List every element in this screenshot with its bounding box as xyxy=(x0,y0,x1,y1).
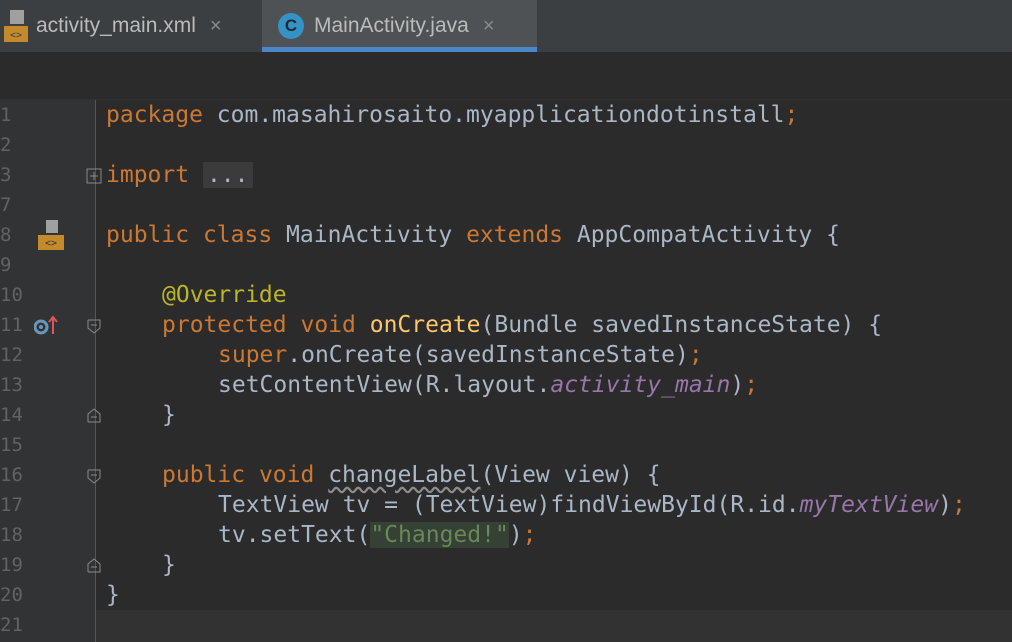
fold-end-icon[interactable] xyxy=(86,558,102,574)
editor-tab-bar: <> activity_main.xml × C MainActivity.ja… xyxy=(0,0,1012,53)
line-number: 12 xyxy=(0,344,23,366)
folded-imports[interactable]: ... xyxy=(202,162,253,188)
svg-text:<>: <> xyxy=(10,30,22,41)
close-icon[interactable]: × xyxy=(210,15,222,38)
xml-layout-icon[interactable]: <> xyxy=(36,218,66,252)
code-line-18: tv.setText("Changed!"); xyxy=(218,522,537,548)
code-line-16: public void changeLabel(View view) { xyxy=(162,462,661,488)
editor-gutter: 1 2 3 7 8 9 10 11 12 13 14 15 16 17 18 1… xyxy=(0,100,102,642)
line-number: 1 xyxy=(0,104,12,126)
code-line-10: @Override xyxy=(162,282,287,308)
tab-label: activity_main.xml xyxy=(36,14,196,37)
code-line-11: protected void onCreate(Bundle savedInst… xyxy=(162,312,883,338)
code-line-3: import ... xyxy=(106,160,253,190)
code-line-8: public class MainActivity extends AppCom… xyxy=(106,222,840,248)
code-line-1: package com.masahirosaito.myapplicationd… xyxy=(106,102,799,128)
line-number: 3 xyxy=(0,164,12,186)
tab-activity-main-xml[interactable]: <> activity_main.xml × xyxy=(0,0,262,52)
active-tab-indicator xyxy=(262,47,537,52)
line-number: 15 xyxy=(0,434,23,456)
line-number: 17 xyxy=(0,494,23,516)
line-number: 10 xyxy=(0,284,23,306)
line-number: 19 xyxy=(0,554,23,576)
tab-main-activity-java[interactable]: C MainActivity.java × xyxy=(262,0,537,52)
fold-collapse-icon[interactable] xyxy=(86,468,102,484)
editor-header-strip xyxy=(0,53,1012,100)
fold-end-icon[interactable] xyxy=(86,408,102,424)
fold-expand-icon[interactable] xyxy=(86,168,102,184)
line-number: 20 xyxy=(0,584,23,606)
svg-text:<>: <> xyxy=(45,238,57,249)
code-line-13: setContentView(R.layout.activity_main); xyxy=(218,372,759,398)
line-number: 7 xyxy=(0,194,12,216)
tab-label: MainActivity.java xyxy=(314,14,469,37)
code-editor[interactable]: package com.masahirosaito.myapplicationd… xyxy=(106,100,1012,642)
line-number: 14 xyxy=(0,404,23,426)
line-number: 13 xyxy=(0,374,23,396)
java-class-icon: C xyxy=(278,13,304,39)
fold-collapse-icon[interactable] xyxy=(86,318,102,334)
code-line-17: TextView tv = (TextView)findViewById(R.i… xyxy=(218,492,966,518)
code-line-14: } xyxy=(162,402,176,428)
line-number: 9 xyxy=(0,254,12,276)
code-line-12: super.onCreate(savedInstanceState); xyxy=(218,342,703,368)
line-number: 18 xyxy=(0,524,23,546)
line-number: 2 xyxy=(0,134,12,156)
xml-layout-icon: <> xyxy=(4,10,28,42)
line-number: 16 xyxy=(0,464,23,486)
line-number: 21 xyxy=(0,614,23,636)
code-line-20: } xyxy=(106,582,120,608)
line-number: 11 xyxy=(0,314,23,336)
close-icon[interactable]: × xyxy=(483,15,495,38)
code-line-19: } xyxy=(162,552,176,578)
line-number: 8 xyxy=(0,224,12,246)
override-method-icon[interactable] xyxy=(34,314,60,336)
